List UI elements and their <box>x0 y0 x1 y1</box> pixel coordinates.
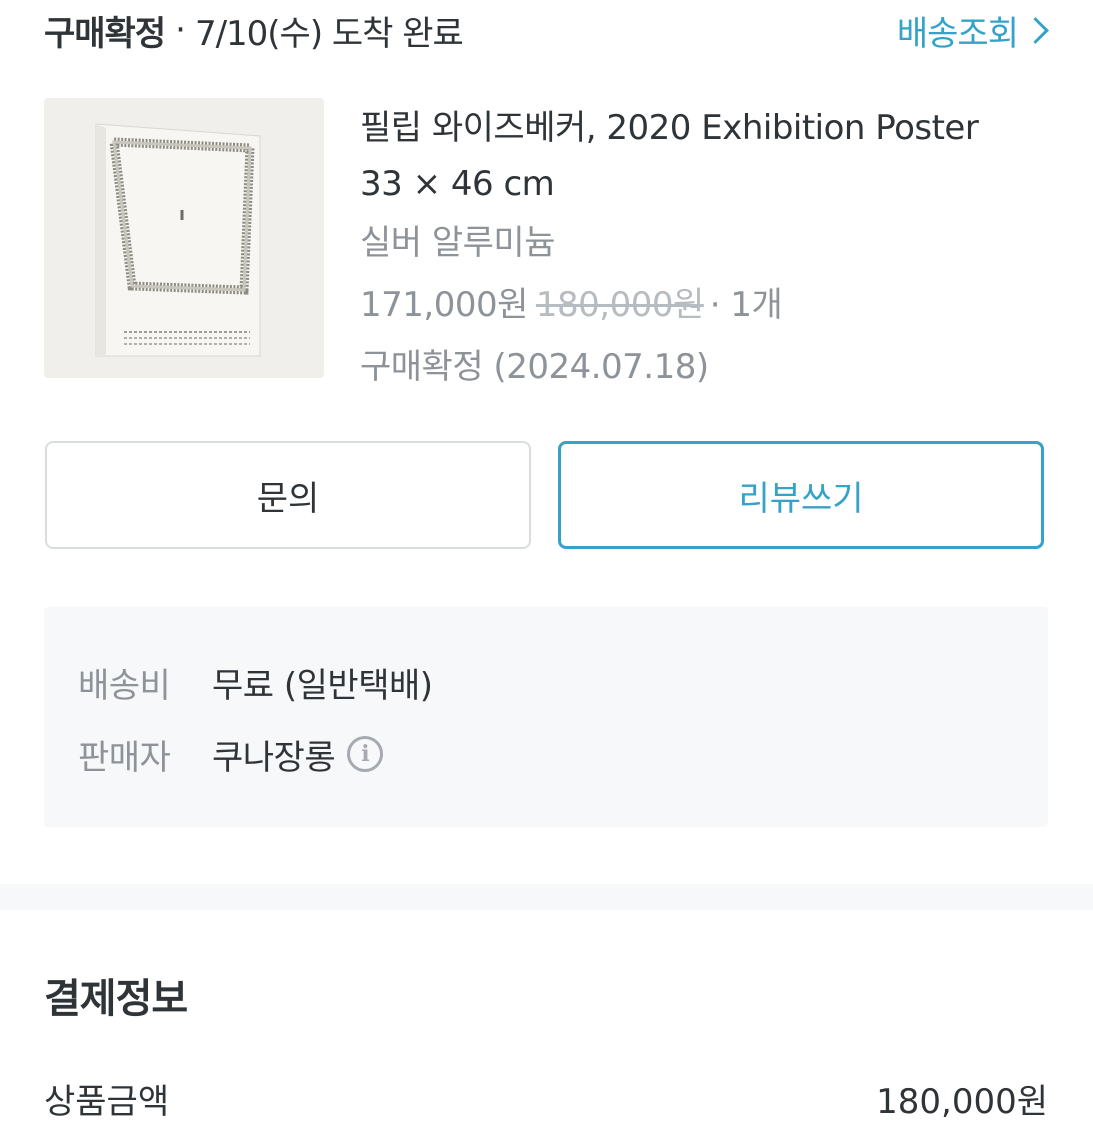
section-divider <box>0 884 1093 910</box>
poster-image <box>44 98 324 378</box>
seller-name[interactable]: 쿠나장롱 <box>212 730 336 779</box>
product-thumbnail[interactable] <box>44 98 324 378</box>
seller-label: 판매자 <box>78 737 171 778</box>
write-review-button[interactable]: 리뷰쓰기 <box>558 441 1044 549</box>
original-price: 180,000원 <box>535 285 704 325</box>
order-status-row: 구매확정 · 7/10(수) 도착 완료 <box>44 6 464 54</box>
track-delivery-label: 배송조회 <box>896 13 1019 54</box>
sale-price: 171,000원 <box>360 285 528 325</box>
purchase-confirm-date: 구매확정 (2024.07.18) <box>360 347 709 387</box>
shipping-info-panel: 배송비 무료 (일반택배) 판매자 쿠나장롱 i <box>44 607 1048 827</box>
arrival-date: 7/10(수) 도착 완료 <box>194 13 464 54</box>
price-row: 171,000원 180,000원 · 1개 <box>360 274 1050 336</box>
product-size[interactable]: 33 × 46 cm <box>360 156 1050 212</box>
product-title[interactable]: 필립 와이즈베커, 2020 Exhibition Poster <box>360 100 1050 156</box>
payment-info-title: 결제정보 <box>44 976 188 1022</box>
status-separator: · <box>175 10 186 50</box>
seller-row: 판매자 쿠나장롱 i <box>78 729 384 779</box>
product-option: 실버 알루미늄 <box>360 223 556 263</box>
product-info: 필립 와이즈베커, 2020 Exhibition Poster 33 × 46… <box>360 100 1050 398</box>
order-status-label: 구매확정 <box>44 13 166 54</box>
track-delivery-link[interactable]: 배송조회 <box>896 6 1049 54</box>
shipping-fee-row: 배송비 무료 (일반택배) <box>78 657 433 707</box>
item-amount-label: 상품금액 <box>44 1082 170 1122</box>
inquiry-button[interactable]: 문의 <box>45 441 531 549</box>
shipping-fee-label: 배송비 <box>78 665 171 706</box>
shipping-fee-value: 무료 (일반택배) <box>212 665 433 706</box>
item-amount-value: 180,000원 <box>876 1082 1048 1122</box>
chevron-right-icon <box>1022 16 1049 44</box>
quantity: · 1개 <box>709 285 783 325</box>
item-amount-row: 상품금액 180,000원 <box>44 1074 1048 1123</box>
info-icon[interactable]: i <box>347 736 384 772</box>
